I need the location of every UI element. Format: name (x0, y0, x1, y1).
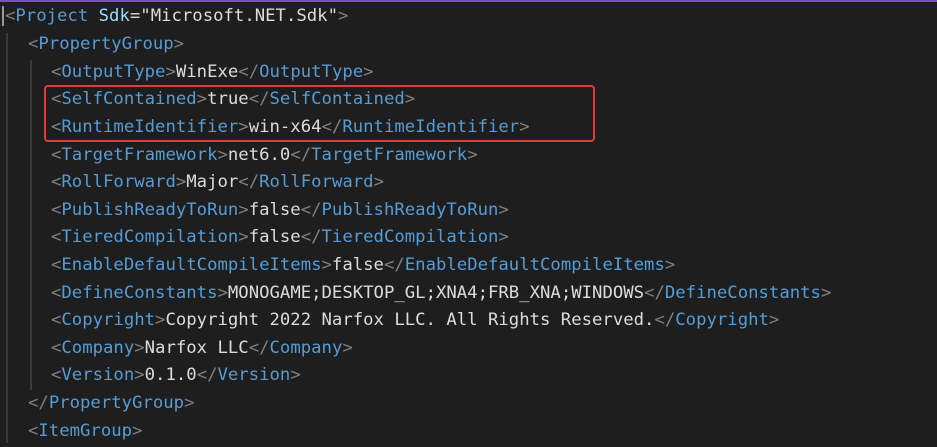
close-tag: OutputType (259, 62, 364, 82)
fold-guide-propertygroup (30, 60, 32, 390)
project-attr-name: Sdk (98, 6, 130, 26)
close-tag: Copyright (675, 310, 769, 330)
code-line-property[interactable]: <PublishReadyToRun>false</PublishReadyTo… (51, 197, 509, 224)
close-tag: SelfContained (269, 89, 405, 109)
code-line-property[interactable]: <TargetFramework>net6.0</TargetFramework… (51, 142, 478, 169)
code-line-property[interactable]: <Version>0.1.0</Version> (51, 362, 301, 389)
open-tag: Version (61, 365, 135, 385)
propertygroup-close-tag: PropertyGroup (48, 393, 185, 413)
itemgroup-open-tag: ItemGroup (38, 421, 133, 441)
open-tag: DefineConstants (61, 283, 218, 303)
close-tag: TargetFramework (311, 145, 468, 165)
code-line-property[interactable]: <TieredCompilation>false</TieredCompilat… (51, 224, 509, 251)
editor-top-border (0, 0, 937, 2)
property-value: WinExe (175, 62, 239, 82)
close-tag: PublishReadyToRun (321, 200, 499, 220)
property-value: false (248, 227, 301, 247)
close-tag: DefineConstants (664, 283, 821, 303)
property-value: Narfox LLC (144, 338, 249, 358)
close-tag: Version (217, 365, 291, 385)
project-tag: Project (15, 6, 89, 26)
open-tag: OutputType (61, 62, 166, 82)
open-tag: RuntimeIdentifier (61, 117, 239, 137)
close-tag: RollForward (259, 172, 374, 192)
code-line-property[interactable]: <RollForward>Major</RollForward> (51, 169, 384, 196)
code-line-property[interactable]: <RuntimeIdentifier>win-x64</RuntimeIdent… (51, 114, 530, 141)
close-tag: RuntimeIdentifier (342, 117, 520, 137)
property-value: MONOGAME;DESKTOP_GL;XNA4;FRB_XNA;WINDOWS (227, 283, 645, 303)
property-value: false (248, 200, 301, 220)
close-tag: TieredCompilation (321, 227, 499, 247)
property-value: win-x64 (248, 117, 322, 137)
close-tag: Company (269, 338, 343, 358)
code-line-project[interactable]: <Project Sdk="Microsoft.NET.Sdk"> (5, 3, 348, 30)
open-tag: RollForward (61, 172, 176, 192)
open-tag: Copyright (61, 310, 156, 330)
open-tag: EnableDefaultCompileItems (61, 255, 322, 275)
open-tag: TieredCompilation (61, 227, 239, 247)
text-cursor (2, 6, 4, 26)
code-line-property[interactable]: <SelfContained>true</SelfContained> (51, 86, 415, 113)
fold-guide-project (6, 33, 8, 443)
property-value: Major (186, 172, 239, 192)
code-line-propertygroup-open[interactable]: <PropertyGroup> (28, 31, 184, 58)
open-tag: SelfContained (61, 89, 197, 109)
code-line-itemgroup-open[interactable]: <ItemGroup> (28, 418, 142, 445)
property-value: false (331, 255, 384, 275)
code-line-property[interactable]: <EnableDefaultCompileItems>false</Enable… (51, 252, 675, 279)
property-value: Copyright 2022 Narfox LLC. All Rights Re… (165, 310, 655, 330)
property-value: true (207, 89, 249, 109)
property-value: 0.1.0 (144, 365, 197, 385)
close-tag: EnableDefaultCompileItems (404, 255, 665, 275)
project-attr-value: Microsoft.NET.Sdk (150, 6, 328, 26)
code-line-property[interactable]: <Company>Narfox LLC</Company> (51, 335, 353, 362)
property-value: net6.0 (227, 145, 291, 165)
code-line-property[interactable]: <OutputType>WinExe</OutputType> (51, 59, 374, 86)
open-tag: PublishReadyToRun (61, 200, 239, 220)
code-line-propertygroup-close[interactable]: </PropertyGroup> (28, 390, 194, 417)
code-line-property[interactable]: <Copyright>Copyright 2022 Narfox LLC. Al… (51, 307, 779, 334)
code-editor[interactable]: <Project Sdk="Microsoft.NET.Sdk"> <Prope… (0, 0, 937, 447)
open-tag: TargetFramework (61, 145, 218, 165)
code-line-property[interactable]: <DefineConstants>MONOGAME;DESKTOP_GL;XNA… (51, 280, 831, 307)
open-tag: Company (61, 338, 135, 358)
propertygroup-open-tag: PropertyGroup (38, 34, 174, 54)
